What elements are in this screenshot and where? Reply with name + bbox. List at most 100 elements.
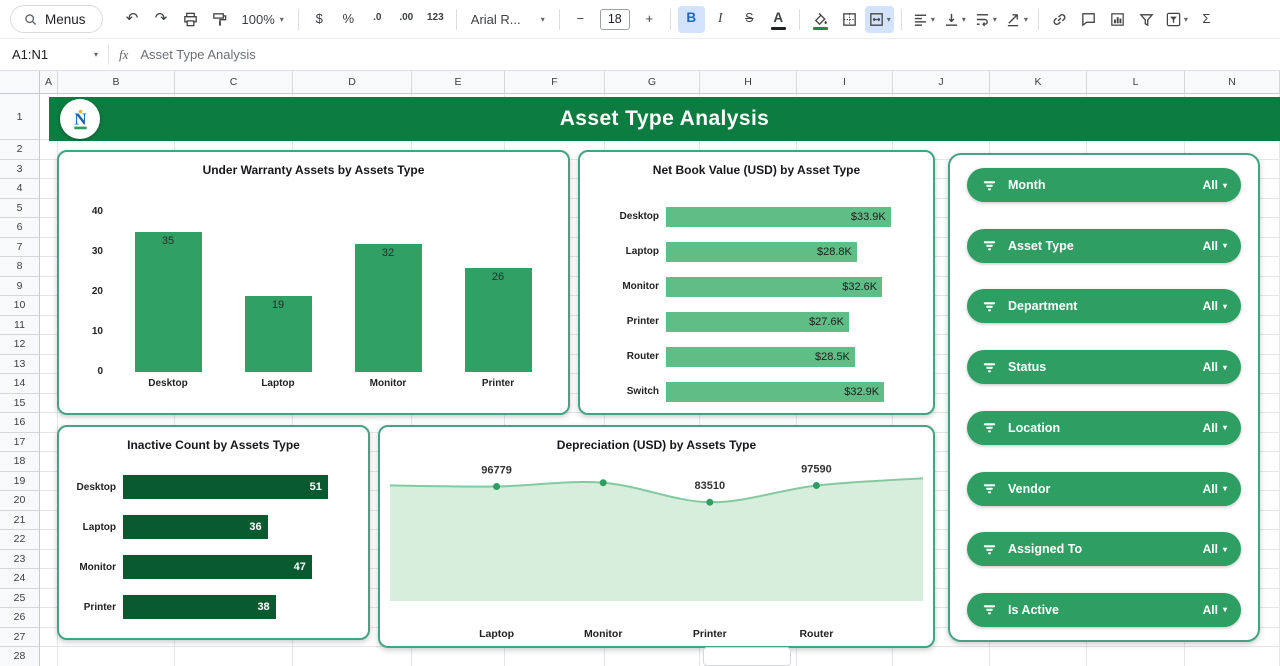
column-header-l[interactable]: L <box>1087 71 1185 93</box>
undo-button[interactable]: ↶ <box>119 6 146 33</box>
column-header-a[interactable]: A <box>40 71 58 93</box>
format-percent-button[interactable]: % <box>335 6 362 33</box>
slicer-is-active[interactable]: Is ActiveAll▾ <box>967 593 1241 627</box>
row-header-28[interactable]: 28 <box>0 647 39 666</box>
print-button[interactable] <box>177 6 204 33</box>
slicer-value[interactable]: All▾ <box>1203 178 1227 192</box>
font-size-input[interactable]: 18 <box>600 9 630 30</box>
row-header-18[interactable]: 18 <box>0 452 39 472</box>
insert-chart-button[interactable] <box>1104 6 1131 33</box>
row-header-2[interactable]: 2 <box>0 140 39 160</box>
slicer-value[interactable]: All▾ <box>1203 421 1227 435</box>
formula-input[interactable]: Asset Type Analysis <box>140 47 255 62</box>
row-header-20[interactable]: 20 <box>0 491 39 511</box>
bold-button[interactable]: B <box>678 6 705 33</box>
row-header-7[interactable]: 7 <box>0 238 39 258</box>
row-header-23[interactable]: 23 <box>0 550 39 570</box>
slicer-value[interactable]: All▾ <box>1203 542 1227 556</box>
row-header-3[interactable]: 3 <box>0 160 39 180</box>
increase-font-size-button[interactable]: + <box>636 6 663 33</box>
chart-depreciation[interactable]: Depreciation (USD) by Assets Type 96779L… <box>378 425 935 648</box>
cell-name-box[interactable]: A1:N1 ▾ <box>12 47 98 62</box>
text-color-button[interactable]: A <box>765 6 792 33</box>
chart-under-warranty[interactable]: Under Warranty Assets by Assets Type 010… <box>57 150 570 415</box>
slicer-location[interactable]: LocationAll▾ <box>967 411 1241 445</box>
chart-inactive-count[interactable]: Inactive Count by Assets Type Desktop51L… <box>57 425 370 640</box>
zoom-select[interactable]: 100%▾ <box>235 6 291 33</box>
slicer-month[interactable]: MonthAll▾ <box>967 168 1241 202</box>
chart-net-book-value[interactable]: Net Book Value (USD) by Asset Type Deskt… <box>578 150 935 415</box>
slicer-value[interactable]: All▾ <box>1203 299 1227 313</box>
column-header-j[interactable]: J <box>893 71 990 93</box>
row-header-10[interactable]: 10 <box>0 296 39 316</box>
category-label: Printer <box>596 316 666 327</box>
slicer-assigned-to[interactable]: Assigned ToAll▾ <box>967 532 1241 566</box>
row-header-19[interactable]: 19 <box>0 472 39 492</box>
italic-button[interactable]: I <box>707 6 734 33</box>
horizontal-align-button[interactable]: ▾ <box>909 6 938 33</box>
row-header-15[interactable]: 15 <box>0 394 39 414</box>
paint-format-button[interactable] <box>206 6 233 33</box>
column-header-d[interactable]: D <box>293 71 412 93</box>
slicer-vendor[interactable]: VendorAll▾ <box>967 472 1241 506</box>
select-all-corner[interactable] <box>0 71 40 94</box>
row-header-14[interactable]: 14 <box>0 374 39 394</box>
merge-cells-button[interactable]: ▾ <box>865 6 894 33</box>
slicer-asset-type[interactable]: Asset TypeAll▾ <box>967 229 1241 263</box>
row-header-8[interactable]: 8 <box>0 257 39 277</box>
functions-button[interactable]: Σ <box>1193 6 1220 33</box>
slicer-department[interactable]: DepartmentAll▾ <box>967 289 1241 323</box>
spreadsheet-app: Menus↶↷100%▾$%.0.00123Arial R...▾−18+BIS… <box>0 0 1280 666</box>
more-formats-button[interactable]: 123 <box>422 6 449 33</box>
filter-views-button[interactable]: ▾ <box>1162 6 1191 33</box>
redo-button[interactable]: ↷ <box>148 6 175 33</box>
row-header-24[interactable]: 24 <box>0 569 39 589</box>
row-header-4[interactable]: 4 <box>0 179 39 199</box>
insert-comment-button[interactable] <box>1075 6 1102 33</box>
text-wrap-button[interactable]: ▾ <box>971 6 1000 33</box>
slicer-status[interactable]: StatusAll▾ <box>967 350 1241 384</box>
slicer-value[interactable]: All▾ <box>1203 360 1227 374</box>
menus-button[interactable]: Menus <box>10 5 103 33</box>
slicer-value[interactable]: All▾ <box>1203 239 1227 253</box>
insert-link-button[interactable] <box>1046 6 1073 33</box>
row-header-11[interactable]: 11 <box>0 316 39 336</box>
row-header-1[interactable]: 1 <box>0 94 39 140</box>
row-header-17[interactable]: 17 <box>0 433 39 453</box>
slicer-value[interactable]: All▾ <box>1203 603 1227 617</box>
column-header-k[interactable]: K <box>990 71 1087 93</box>
row-header-21[interactable]: 21 <box>0 511 39 531</box>
row-header-9[interactable]: 9 <box>0 277 39 297</box>
column-header-i[interactable]: I <box>797 71 893 93</box>
row-header-27[interactable]: 27 <box>0 628 39 648</box>
increase-decimal-button[interactable]: .00 <box>393 6 420 33</box>
row-header-13[interactable]: 13 <box>0 355 39 375</box>
column-header-e[interactable]: E <box>412 71 505 93</box>
column-header-c[interactable]: C <box>175 71 293 93</box>
borders-button[interactable] <box>836 6 863 33</box>
toolbar-separator <box>298 9 299 30</box>
decrease-font-size-button[interactable]: − <box>567 6 594 33</box>
column-header-n[interactable]: N <box>1185 71 1280 93</box>
row-header-12[interactable]: 12 <box>0 335 39 355</box>
strikethrough-button[interactable]: S <box>736 6 763 33</box>
fill-color-button[interactable] <box>807 6 834 33</box>
row-header-5[interactable]: 5 <box>0 199 39 219</box>
vertical-align-button[interactable]: ▾ <box>940 6 969 33</box>
column-header-f[interactable]: F <box>505 71 605 93</box>
row-header-6[interactable]: 6 <box>0 218 39 238</box>
format-currency-button[interactable]: $ <box>306 6 333 33</box>
decrease-decimal-button[interactable]: .0 <box>364 6 391 33</box>
text-rotation-button[interactable]: ▾ <box>1002 6 1031 33</box>
row-header-25[interactable]: 25 <box>0 589 39 609</box>
slicer-value[interactable]: All▾ <box>1203 482 1227 496</box>
create-filter-button[interactable] <box>1133 6 1160 33</box>
row-header-26[interactable]: 26 <box>0 608 39 628</box>
row-header-16[interactable]: 16 <box>0 413 39 433</box>
font-select[interactable]: Arial R...▾ <box>464 6 552 33</box>
column-header-b[interactable]: B <box>58 71 175 93</box>
row-header-22[interactable]: 22 <box>0 530 39 550</box>
column-header-g[interactable]: G <box>605 71 700 93</box>
grid[interactable]: N Asset Type Analysis Under Warranty Ass… <box>40 94 1280 666</box>
column-header-h[interactable]: H <box>700 71 797 93</box>
